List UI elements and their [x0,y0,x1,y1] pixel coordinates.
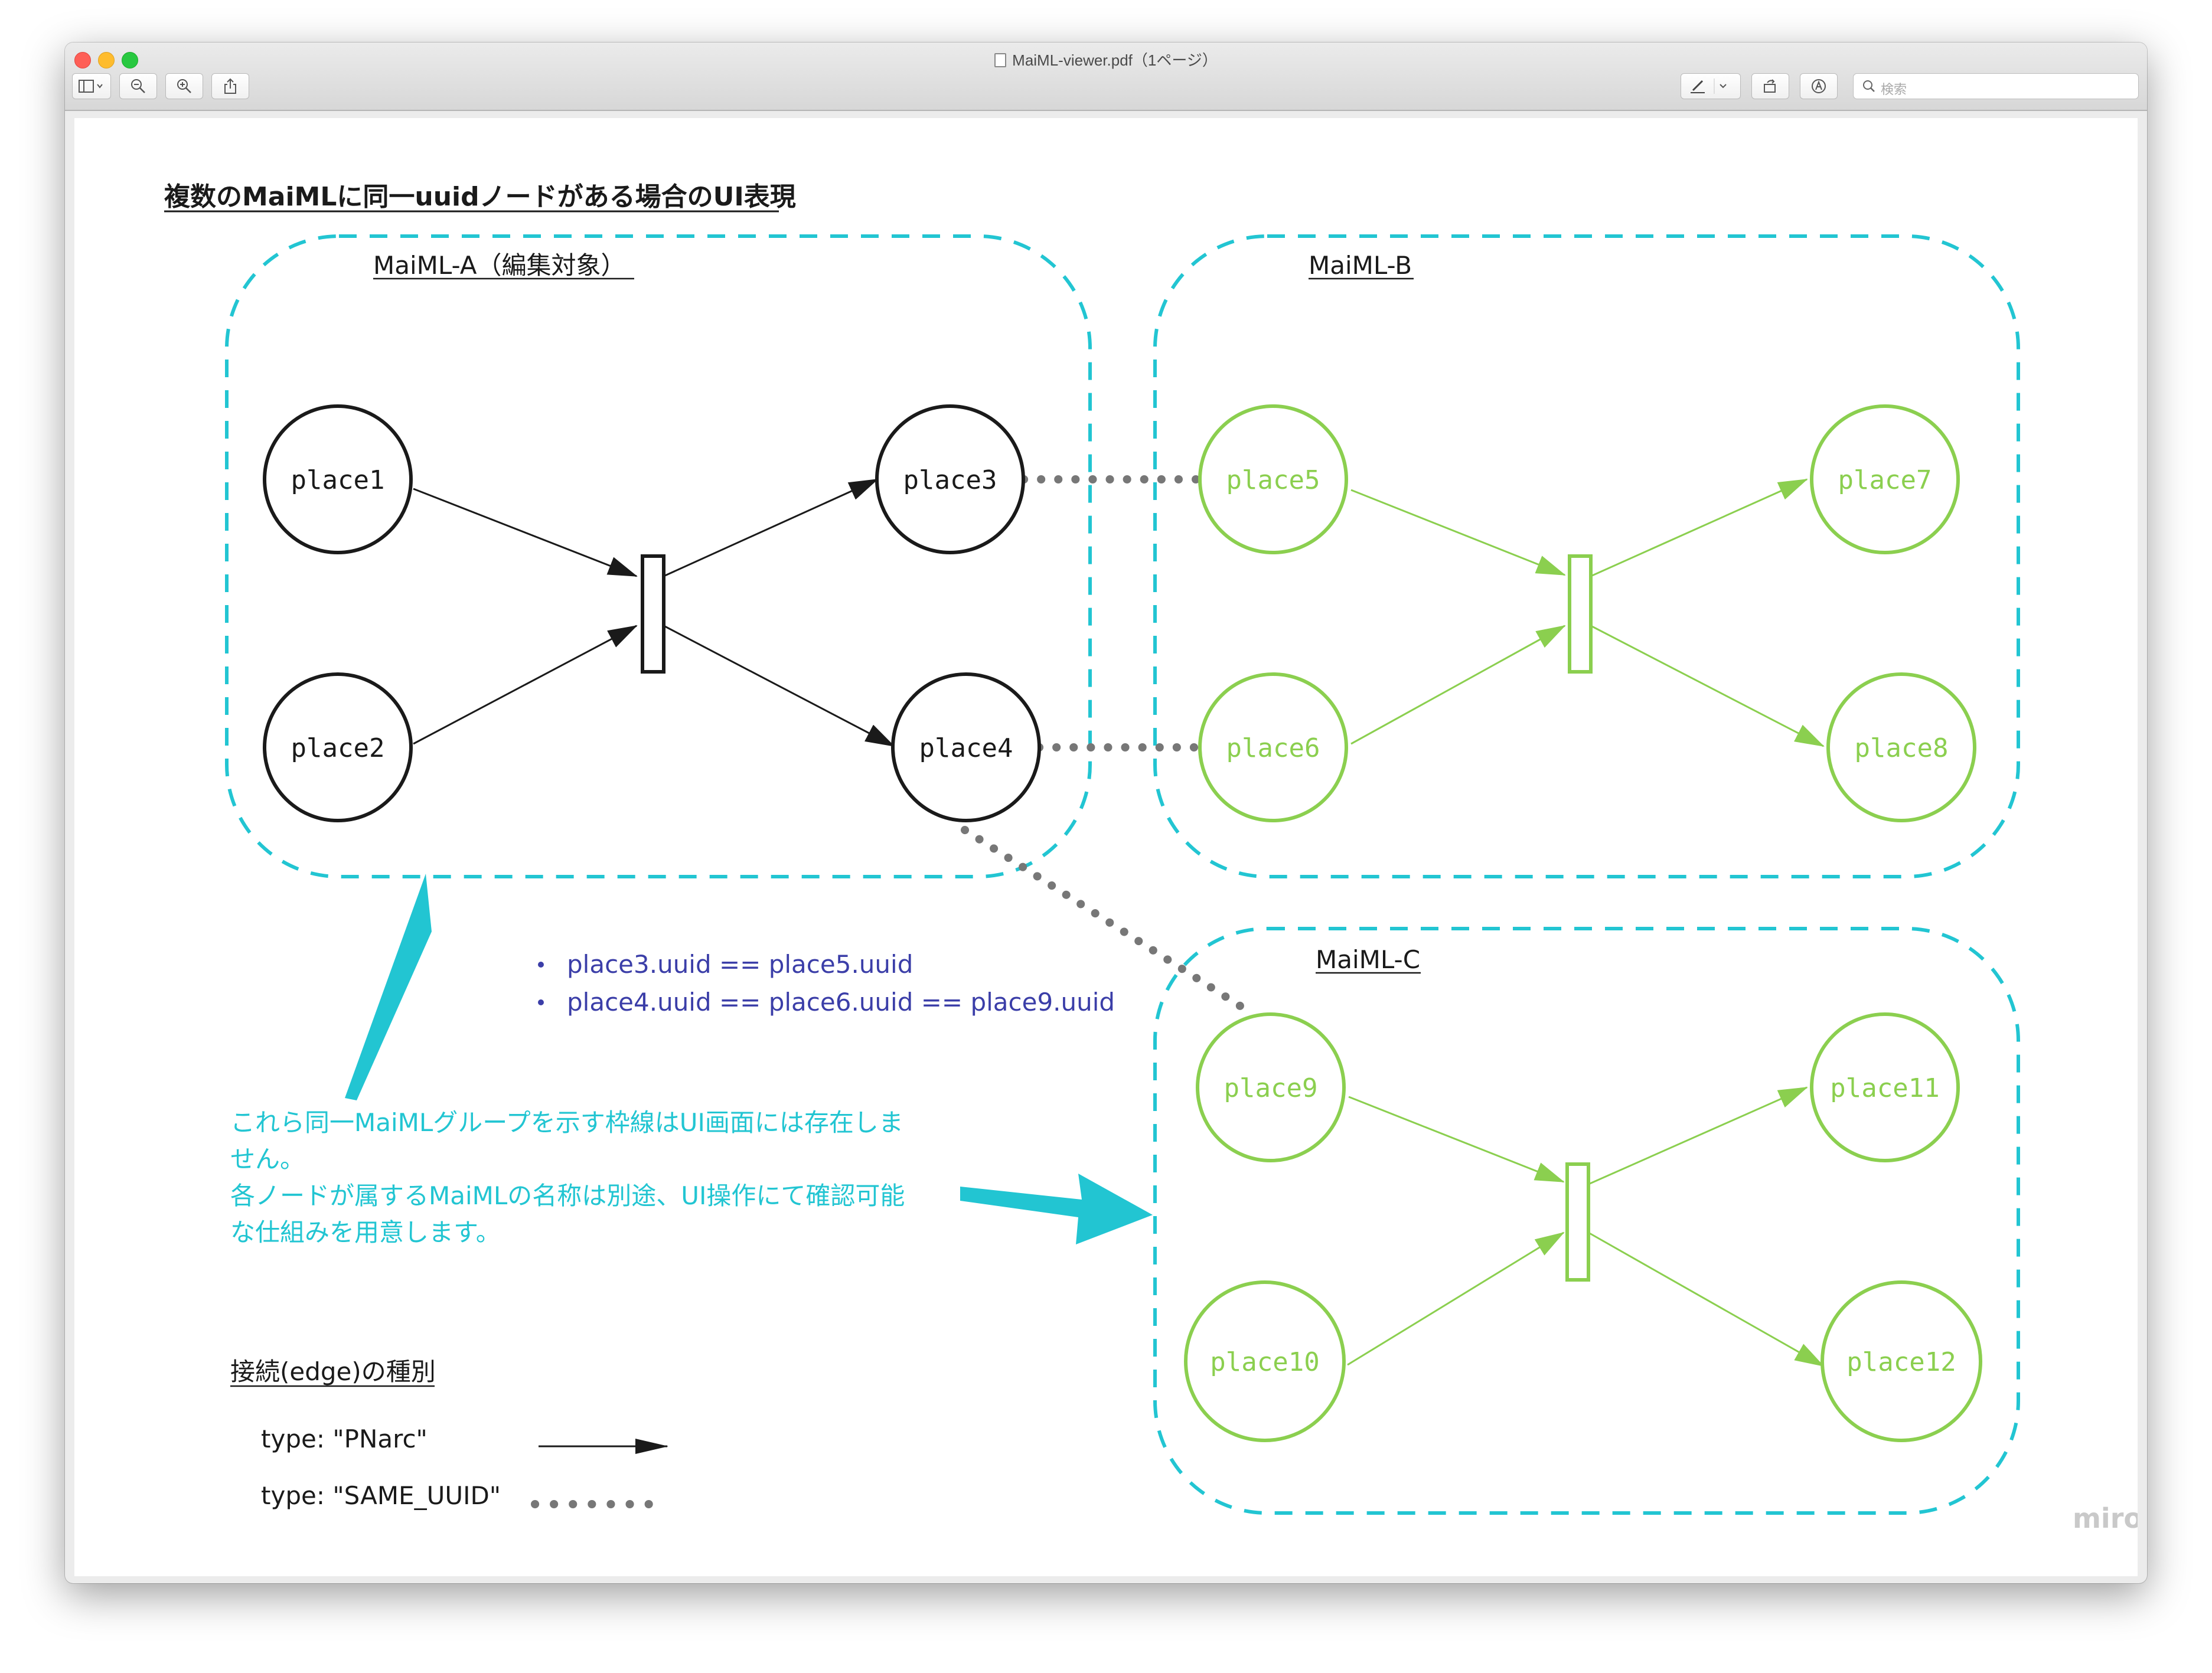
uuid-equality-1: place3.uuid == place5.uuid [567,950,913,979]
annotate-button[interactable] [1800,73,1838,99]
node-place10-label: place10 [1210,1347,1319,1377]
group-c-label: MaiML-C [1316,945,1420,974]
arc-transition-a-place3 [663,478,879,577]
sidebar-icon [79,80,103,93]
arc-place10-transition-c [1347,1231,1565,1366]
search-field[interactable]: 検索 [1853,73,2139,99]
arc-transition-b-place8 [1590,625,1825,747]
search-placeholder: 検索 [1881,82,1907,97]
pdf-page: 複数のMaiMLに同一uuidノードがある場合のUI表現 MaiML-A（編集対… [74,118,2138,1576]
transition-a [641,554,665,674]
miro-watermark: miro [2073,1502,2138,1534]
arc-transition-c-place11 [1588,1086,1808,1185]
zoom-out-icon [131,79,145,93]
arc-place2-transition-a [413,625,638,745]
bullet-dot [538,962,544,968]
node-place7-label: place7 [1838,465,1932,495]
markup-circle-icon [1812,79,1826,93]
share-icon [224,78,236,94]
node-place9-label: place9 [1224,1073,1318,1103]
node-place6-label: place6 [1226,733,1320,763]
pen-icon [1691,79,1727,94]
group-a-label: MaiML-A（編集対象） [373,251,626,280]
zoom-in-button[interactable] [165,73,203,99]
diagram-canvas: 複数のMaiMLに同一uuidノードがある場合のUI表現 MaiML-A（編集対… [164,182,2138,1534]
zoom-in-icon [177,79,191,93]
legend-title: 接続(edge)の種別 [230,1357,436,1386]
note-line-2: せん。 [230,1145,305,1174]
document-icon [994,53,1007,67]
callout-arrow-to-group-a [345,874,432,1100]
arc-place1-transition-a [413,488,638,577]
note-line-3: 各ノードが属するMaiMLの名称は別途、UI操作にて確認可能 [230,1181,905,1210]
same-uuid-edge-place4-place9 [961,826,1257,1018]
share-button[interactable] [211,73,249,99]
node-place4-label: place4 [919,733,1013,763]
note-line-1: これら同一MaiMLグループを示す枠線はUI画面には存在しま [230,1108,903,1137]
zoom-out-button[interactable] [119,73,157,99]
title-bar: MaiML-viewer.pdf（1ページ） 検索 [65,43,2147,111]
window-title: MaiML-viewer.pdf（1ページ） [65,48,2147,70]
node-place3-label: place3 [903,465,997,495]
arc-place9-transition-c [1348,1096,1565,1183]
arc-transition-c-place12 [1588,1231,1825,1367]
arc-transition-a-place4 [663,625,895,747]
rotate-icon [1764,79,1776,93]
node-place8-label: place8 [1855,733,1949,763]
preview-window: MaiML-viewer.pdf（1ページ） 検索 複数のMaiMLに同一uui… [65,43,2147,1583]
transition-b [1568,554,1593,674]
legend-same-uuid-label: type: "SAME_UUID" [261,1481,501,1510]
node-place2-label: place2 [291,733,385,763]
node-place12-label: place12 [1846,1347,1956,1377]
arc-place6-transition-b [1350,625,1566,745]
note-line-4: な仕組みを用意します。 [230,1218,501,1247]
node-place5-label: place5 [1226,465,1320,495]
search-icon [1863,80,1875,92]
markup-pen-button[interactable] [1681,73,1741,99]
group-b-label: MaiML-B [1309,251,1412,280]
legend-pnarc-label: type: "PNarc" [261,1424,428,1453]
bullet-dot [538,999,544,1005]
node-place11-label: place11 [1830,1073,1939,1103]
window-title-text: MaiML-viewer.pdf（1ページ） [1012,51,1218,69]
arc-transition-b-place7 [1590,478,1808,577]
sidebar-toggle-button[interactable] [72,73,111,99]
callout-arrow-to-group-c [960,1174,1153,1244]
diagram-heading: 複数のMaiMLに同一uuidノードがある場合のUI表現 [164,182,796,212]
uuid-equality-2: place4.uuid == place6.uuid == place9.uui… [567,988,1115,1017]
arc-place5-transition-b [1350,489,1566,576]
rotate-button[interactable] [1751,73,1789,99]
node-place1-label: place1 [291,465,385,495]
transition-c [1565,1162,1590,1282]
